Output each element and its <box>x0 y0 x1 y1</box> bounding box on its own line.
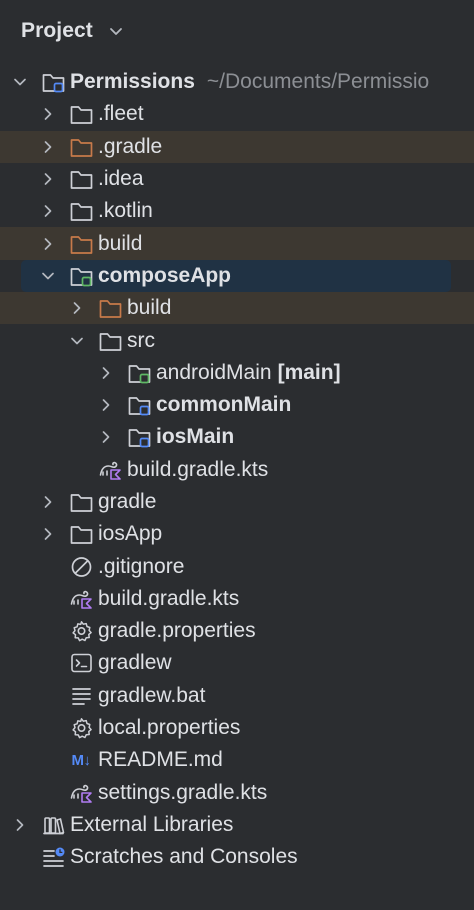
tree-item-label: .gradle <box>98 134 163 158</box>
tree-item-gradlew-bat[interactable]: gradlew.bat <box>0 680 474 712</box>
tree-item-label: composeApp <box>98 263 232 287</box>
tree-item-label: build.gradle.kts <box>127 457 269 481</box>
text-file-icon <box>68 683 94 709</box>
source-set-folder-icon <box>126 392 152 418</box>
project-view-title[interactable]: Project <box>21 19 93 43</box>
tree-item-label: src <box>127 328 155 352</box>
chevron-right-icon[interactable] <box>38 234 58 254</box>
tree-item-label: .kotlin <box>98 199 153 223</box>
tree-item-gitignore[interactable]: .gitignore <box>0 550 474 582</box>
tree-item-composeapp-build-gradle[interactable]: build.gradle.kts <box>0 454 474 486</box>
chevron-right-icon[interactable] <box>67 298 87 318</box>
tree-item-androidmain[interactable]: androidMain [main] <box>0 357 474 389</box>
tree-item-label: Scratches and Consoles <box>70 845 298 869</box>
excluded-folder-icon <box>68 134 94 160</box>
chevron-right-icon[interactable] <box>38 524 58 544</box>
tree-item-label: commonMain <box>156 393 292 417</box>
tree-item-label: .fleet <box>98 102 144 126</box>
tree-item-label: .gitignore <box>98 554 185 578</box>
tree-item-label: External Libraries <box>70 812 234 836</box>
tree-item-label: iosApp <box>98 522 163 546</box>
tree-item-iosapp[interactable]: iosApp <box>0 518 474 550</box>
tree-item-label: build <box>98 231 143 255</box>
folder-icon <box>68 489 94 515</box>
library-icon <box>40 812 66 838</box>
gear-icon <box>68 715 94 741</box>
excluded-folder-icon <box>68 231 94 257</box>
module-folder-icon <box>68 263 94 289</box>
tree-item-gradlew[interactable]: gradlew <box>0 647 474 679</box>
folder-icon <box>97 328 123 354</box>
tree-item-composeapp-build[interactable]: build <box>0 292 474 325</box>
scratches-icon <box>40 844 66 870</box>
gradle-kotlin-file-icon <box>68 780 94 806</box>
folder-icon <box>68 101 94 127</box>
chevron-down-icon[interactable] <box>67 331 87 351</box>
tree-item-label: iosMain <box>156 425 235 449</box>
tree-item-label: settings.gradle.kts <box>98 780 268 804</box>
tree-item-fleet[interactable]: .fleet <box>0 98 474 130</box>
tree-item-path: ~/Documents/Permissio <box>206 70 430 94</box>
tree-item-gradle[interactable]: gradle <box>0 486 474 518</box>
chevron-right-icon[interactable] <box>96 363 116 383</box>
tree-item-readme[interactable]: M↓ README.md <box>0 744 474 776</box>
ignore-file-icon <box>68 554 94 580</box>
gear-icon <box>68 618 94 644</box>
project-view-header: Project <box>0 0 474 64</box>
chevron-right-icon[interactable] <box>96 427 116 447</box>
tree-item-label: README.md <box>98 748 223 772</box>
tree-item-src[interactable]: src <box>0 324 474 356</box>
chevron-right-icon[interactable] <box>38 137 58 157</box>
chevron-right-icon[interactable] <box>38 104 58 124</box>
tree-item-kotlin[interactable]: .kotlin <box>0 195 474 227</box>
tree-item-label: androidMain <box>156 360 272 384</box>
tree-item-scratches[interactable]: Scratches and Consoles <box>0 841 474 873</box>
tree-item-commonmain[interactable]: commonMain <box>0 389 474 421</box>
chevron-right-icon[interactable] <box>96 395 116 415</box>
folder-icon <box>68 521 94 547</box>
tree-item-label: build.gradle.kts <box>98 586 240 610</box>
gradle-kotlin-file-icon <box>97 457 123 483</box>
tree-item-label: Permissions <box>70 70 195 94</box>
tree-item-label: gradlew <box>98 651 172 675</box>
chevron-right-icon[interactable] <box>38 169 58 189</box>
tree-item-build[interactable]: build <box>0 227 474 260</box>
folder-icon <box>68 198 94 224</box>
tree-item-root[interactable]: Permissions ~/Documents/Permissio <box>0 66 474 98</box>
chevron-right-icon[interactable] <box>38 201 58 221</box>
tree-item-label: .idea <box>98 167 144 191</box>
tree-item-label: gradle.properties <box>98 619 256 643</box>
chevron-right-icon[interactable] <box>10 815 30 835</box>
source-set-folder-icon <box>126 424 152 450</box>
chevron-down-icon[interactable] <box>38 266 58 286</box>
tree-item-label: build <box>127 296 172 320</box>
tree-item-composeapp[interactable]: composeApp <box>0 259 474 293</box>
tree-item-build-gradle[interactable]: build.gradle.kts <box>0 583 474 615</box>
tree-item-gradle-cache[interactable]: .gradle <box>0 130 474 163</box>
gradle-kotlin-file-icon <box>68 586 94 612</box>
markdown-icon: M↓ <box>71 751 92 769</box>
module-folder-icon <box>40 69 66 95</box>
terminal-icon <box>68 650 94 676</box>
excluded-folder-icon <box>97 295 123 321</box>
source-set-folder-icon <box>126 360 152 386</box>
tree-item-idea[interactable]: .idea <box>0 163 474 195</box>
project-tree: Permissions ~/Documents/Permissio .fleet… <box>0 66 474 873</box>
chevron-right-icon[interactable] <box>38 492 58 512</box>
tree-item-settings-gradle[interactable]: settings.gradle.kts <box>0 777 474 809</box>
tree-item-label: gradle <box>98 490 157 513</box>
tree-item-label: local.properties <box>98 716 241 740</box>
chevron-down-icon[interactable] <box>10 72 30 92</box>
folder-icon <box>68 166 94 192</box>
tree-item-local-properties[interactable]: local.properties <box>0 712 474 744</box>
chevron-down-icon[interactable] <box>109 27 123 37</box>
tree-item-external-libraries[interactable]: External Libraries <box>0 809 474 841</box>
tree-item-gradle-properties[interactable]: gradle.properties <box>0 615 474 647</box>
tree-item-label: gradlew.bat <box>98 683 206 707</box>
tree-item-iosmain[interactable]: iosMain <box>0 421 474 453</box>
tree-item-suffix: [main] <box>277 360 341 384</box>
